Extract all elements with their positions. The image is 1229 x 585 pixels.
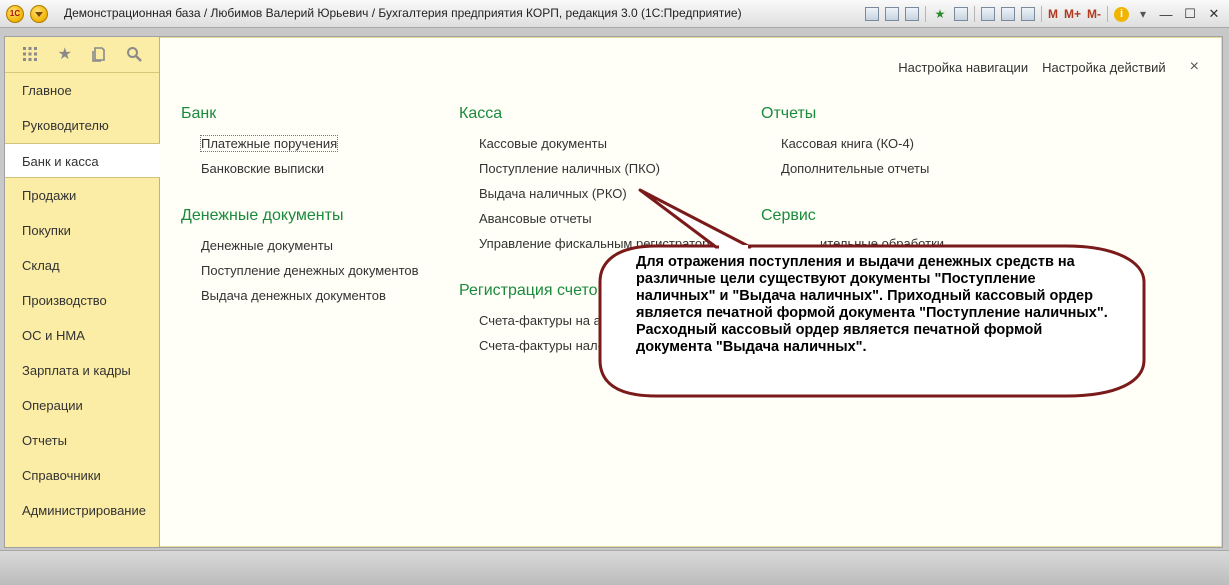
section-heading-kassa: Касса	[459, 105, 503, 122]
maximize-icon[interactable]: ☐	[1181, 6, 1199, 22]
separator	[1107, 6, 1108, 22]
content-toolbar: Настройка навигации Настройка действий ×	[898, 58, 1199, 76]
memory-m-button[interactable]: M	[1048, 6, 1058, 22]
cash-receipt-pko-link[interactable]: Поступление наличных (ПКО)	[479, 161, 660, 176]
history-icon[interactable]	[90, 46, 108, 64]
memory-mminus-button[interactable]: M-	[1087, 6, 1101, 22]
memory-mplus-button[interactable]: M+	[1064, 6, 1081, 22]
separator	[1040, 6, 1042, 22]
cash-book-ko4-link[interactable]: Кассовая книга (КО-4)	[781, 136, 914, 151]
main-menu-button[interactable]	[30, 5, 48, 23]
section-heading-bank: Банк	[181, 105, 217, 122]
star-icon[interactable]: ★	[56, 46, 74, 64]
sidebar-item-sales[interactable]: Продажи	[5, 178, 159, 213]
action-settings-link[interactable]: Настройка действий	[1042, 60, 1166, 75]
sidebar-item-warehouse[interactable]: Склад	[5, 248, 159, 283]
chevron-down-icon[interactable]: ▾	[1135, 6, 1151, 22]
calendar-icon[interactable]	[1000, 7, 1015, 21]
status-bar	[0, 550, 1229, 585]
sidebar-item-catalogs[interactable]: Справочники	[5, 458, 159, 493]
history-icon[interactable]	[953, 7, 968, 21]
search-icon[interactable]	[125, 46, 143, 64]
cash-documents-link[interactable]: Кассовые документы	[479, 136, 607, 151]
minimize-icon[interactable]: —	[1157, 7, 1175, 22]
invoices-received-link[interactable]: Счета-фактуры на а	[479, 313, 601, 328]
sections-panel: ★ Главное Руководителю Банк и касса Прод…	[5, 37, 160, 547]
section-heading-money-docs: Денежные документы	[181, 207, 344, 224]
cash-issue-rko-link[interactable]: Выдача наличных (РКО)	[479, 186, 627, 201]
sidebar-item-fixed-assets[interactable]: ОС и НМА	[5, 318, 159, 353]
calculator-icon[interactable]	[980, 7, 995, 21]
favorites-add-icon[interactable]: ★	[932, 6, 948, 22]
sidebar-toolbar: ★	[5, 37, 159, 73]
window-title: Демонстрационная база / Любимов Валерий …	[64, 6, 742, 20]
print-icon[interactable]	[884, 7, 899, 21]
navigation-settings-link[interactable]: Настройка навигации	[898, 60, 1028, 75]
sidebar-item-production[interactable]: Производство	[5, 283, 159, 318]
sidebar-item-operations[interactable]: Операции	[5, 388, 159, 423]
separator	[924, 6, 926, 22]
bank-statements-link[interactable]: Банковские выписки	[201, 161, 324, 176]
money-documents-issue-link[interactable]: Выдача денежных документов	[201, 288, 386, 303]
save-icon[interactable]	[864, 7, 879, 21]
section-heading-service: Сервис	[761, 207, 816, 224]
additional-reports-link[interactable]: Дополнительные отчеты	[781, 161, 929, 176]
sidebar-item-administration[interactable]: Администрирование	[5, 493, 159, 528]
sidebar-item-payroll[interactable]: Зарплата и кадры	[5, 353, 159, 388]
titlebar-toolbar: ★ M M+ M- i ▾ — ☐ ✕	[864, 4, 1223, 24]
apps-grid-icon[interactable]	[21, 46, 39, 64]
section-heading-invoices: Регистрация счетов	[459, 282, 607, 299]
app-logo-icon[interactable]: 1С	[6, 5, 24, 23]
money-documents-receipt-link[interactable]: Поступление денежных документов	[201, 263, 419, 278]
money-documents-link[interactable]: Денежные документы	[201, 238, 333, 253]
sidebar-item-main[interactable]: Главное	[5, 73, 159, 108]
callout-text: Для отражения поступления и выдачи денеж…	[636, 254, 1108, 355]
info-icon[interactable]: i	[1114, 6, 1129, 22]
close-window-icon[interactable]: ✕	[1205, 6, 1223, 22]
advance-reports-link[interactable]: Авансовые отчеты	[479, 211, 592, 226]
clipboard-icon[interactable]	[1020, 7, 1035, 21]
close-icon[interactable]: ×	[1190, 58, 1199, 76]
separator	[973, 6, 975, 22]
sidebar-item-bank-cash[interactable]: Банк и касса	[5, 143, 160, 178]
preview-icon[interactable]	[904, 7, 919, 21]
title-bar: 1С Демонстрационная база / Любимов Валер…	[0, 0, 1229, 28]
sidebar-item-purchases[interactable]: Покупки	[5, 213, 159, 248]
sidebar-item-reports[interactable]: Отчеты	[5, 423, 159, 458]
annotation-callout: Для отражения поступления и выдачи денеж…	[596, 188, 1146, 398]
sidebar-item-manager[interactable]: Руководителю	[5, 108, 159, 143]
invoices-tax-link[interactable]: Счета-фактуры нало	[479, 338, 605, 353]
payment-orders-link[interactable]: Платежные поручения	[199, 135, 339, 152]
section-heading-reports: Отчеты	[761, 105, 817, 122]
